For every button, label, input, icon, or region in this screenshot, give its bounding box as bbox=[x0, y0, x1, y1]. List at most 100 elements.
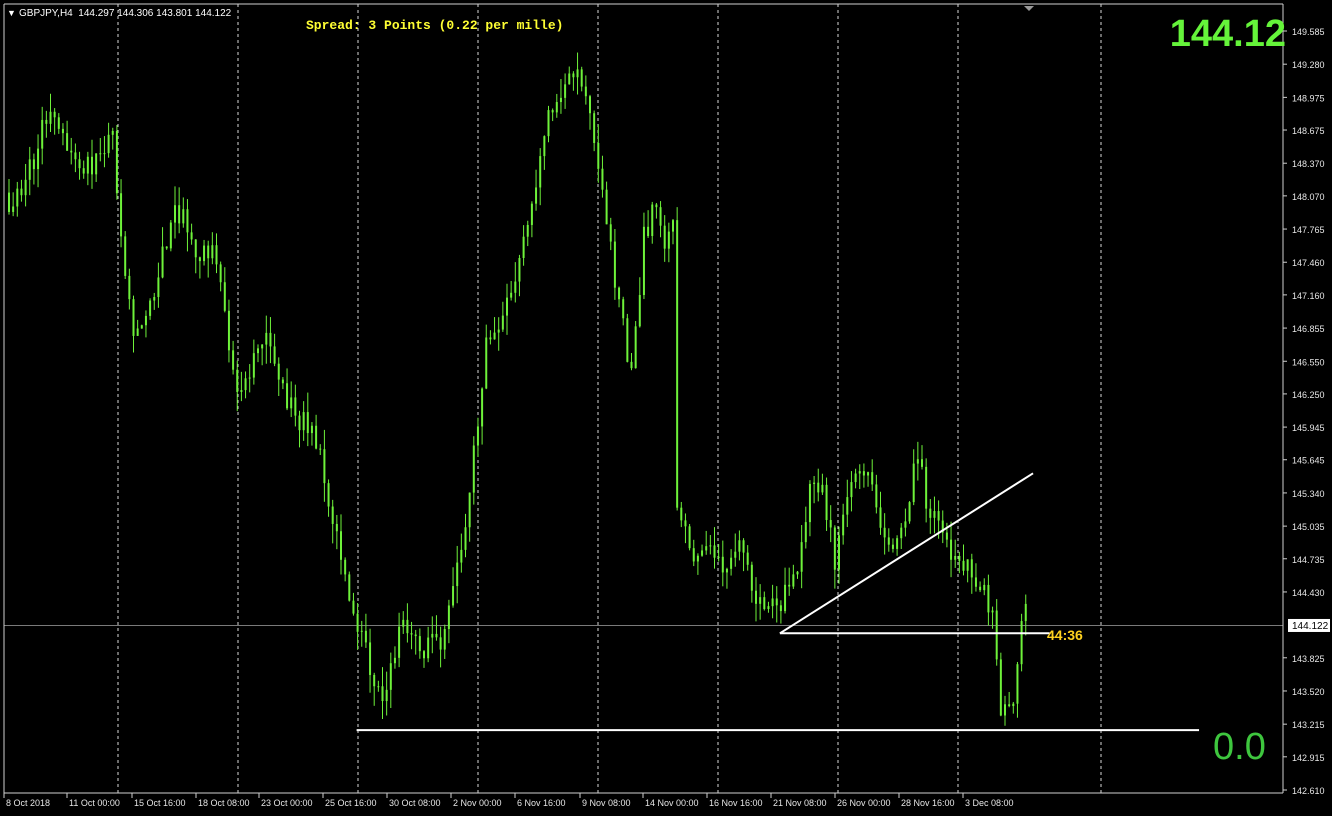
candle-body bbox=[725, 568, 728, 573]
candle-body bbox=[684, 520, 687, 527]
candle-body bbox=[223, 282, 226, 311]
candle-body bbox=[572, 73, 575, 78]
price-tick-label: 149.280 bbox=[1292, 60, 1325, 70]
candle-body bbox=[510, 292, 513, 298]
candle-body bbox=[601, 168, 604, 190]
candle-body bbox=[804, 522, 807, 543]
candle-body bbox=[302, 412, 305, 431]
price-tick-label: 147.160 bbox=[1292, 291, 1325, 301]
candle-body bbox=[240, 390, 243, 392]
time-tick-label: 11 Oct 00:00 bbox=[69, 798, 120, 808]
candle-body bbox=[468, 492, 471, 528]
candle-body bbox=[974, 577, 977, 587]
candle-body bbox=[393, 657, 396, 664]
price-tick-label: 144.735 bbox=[1292, 555, 1325, 565]
candle-body bbox=[348, 574, 351, 601]
candle-body bbox=[157, 277, 160, 298]
candle-body bbox=[842, 514, 845, 536]
candle-body bbox=[883, 527, 886, 538]
candle-body bbox=[140, 325, 143, 329]
candle-body bbox=[568, 73, 571, 85]
candle-body bbox=[194, 239, 197, 258]
candle-body bbox=[771, 598, 774, 607]
candle-body bbox=[838, 535, 840, 570]
time-tick-label: 25 Oct 16:00 bbox=[325, 798, 377, 808]
candle-body bbox=[539, 156, 542, 188]
candle-body bbox=[161, 246, 164, 278]
candle-body bbox=[273, 346, 276, 364]
price-chart[interactable]: 149.585 149.280 148.975 148.675 148.370 148.0… bbox=[0, 0, 1332, 816]
candle-body bbox=[464, 527, 467, 550]
candle-body bbox=[506, 297, 508, 316]
candle-body bbox=[485, 337, 488, 389]
candle-body bbox=[763, 597, 766, 610]
candle-body bbox=[705, 546, 708, 551]
candle-body bbox=[327, 483, 330, 507]
price-tick-label: 147.460 bbox=[1292, 258, 1325, 268]
candle-body bbox=[1012, 703, 1015, 707]
candle-body bbox=[406, 619, 409, 634]
candle-body bbox=[414, 634, 417, 637]
candle-body bbox=[174, 205, 176, 223]
candle-body bbox=[439, 637, 442, 650]
candle-body bbox=[638, 295, 641, 327]
candle-body bbox=[178, 205, 181, 224]
candle-body bbox=[846, 497, 849, 515]
price-tick-label: 146.855 bbox=[1292, 324, 1325, 334]
price-tick-label: 142.915 bbox=[1292, 753, 1325, 763]
candle-body bbox=[867, 472, 870, 476]
candle-body bbox=[111, 130, 114, 135]
candle-body bbox=[746, 552, 749, 565]
candle-body bbox=[236, 369, 239, 392]
candle-body bbox=[456, 562, 459, 587]
candle-body bbox=[891, 544, 894, 549]
candle-body bbox=[149, 300, 152, 316]
candle-body bbox=[389, 663, 392, 690]
time-tick-label: 28 Nov 16:00 bbox=[901, 798, 955, 808]
candle-body bbox=[1016, 664, 1019, 704]
candle-body bbox=[373, 674, 376, 687]
candle-body bbox=[207, 245, 210, 259]
candle-body bbox=[107, 134, 110, 154]
candle-body bbox=[634, 326, 637, 369]
candle-body bbox=[584, 86, 587, 97]
candle-body bbox=[1004, 704, 1006, 716]
candle-body bbox=[481, 388, 484, 427]
candle-body bbox=[613, 241, 616, 288]
spread-label: Spread: 3 Points (0.22 per mille) bbox=[306, 18, 563, 33]
candle-body bbox=[912, 463, 915, 503]
chart-window[interactable]: 149.585 149.280 148.975 148.675 148.370 148.0… bbox=[0, 0, 1332, 816]
candle-body bbox=[310, 425, 313, 434]
candle-body bbox=[530, 203, 533, 225]
candle-body bbox=[983, 584, 986, 591]
candle-body bbox=[680, 507, 683, 521]
candle-body bbox=[605, 189, 608, 225]
candle-body bbox=[269, 332, 272, 347]
price-tick-label: 148.070 bbox=[1292, 192, 1325, 202]
candle-body bbox=[676, 220, 679, 508]
candle-body bbox=[759, 597, 762, 604]
candle-body bbox=[423, 651, 425, 659]
price-tick-label: 145.340 bbox=[1292, 489, 1325, 499]
symbol-ohlc-label: GBPJPY,H4 144.297 144.306 143.801 144.12… bbox=[19, 8, 232, 19]
candle-body bbox=[323, 449, 326, 484]
candle-body bbox=[45, 119, 48, 124]
candle-body bbox=[418, 636, 421, 652]
candle-body bbox=[642, 226, 645, 296]
candle-body bbox=[443, 629, 446, 650]
candle-body bbox=[755, 590, 757, 604]
candle-body bbox=[476, 426, 479, 446]
candle-body bbox=[447, 605, 450, 630]
candle-body bbox=[933, 511, 936, 518]
candle-body bbox=[53, 111, 56, 118]
candle-body bbox=[294, 397, 297, 416]
candle-body bbox=[356, 613, 359, 632]
chart-menu-arrow[interactable]: ▼ bbox=[7, 8, 16, 18]
candle-body bbox=[452, 586, 455, 606]
candle-body bbox=[252, 353, 255, 378]
price-tick-label: 143.215 bbox=[1292, 720, 1325, 730]
candle-body bbox=[900, 527, 903, 539]
candle-body bbox=[41, 119, 44, 149]
candle-body bbox=[688, 526, 691, 549]
big-price-display: 144.12 bbox=[1170, 13, 1286, 55]
